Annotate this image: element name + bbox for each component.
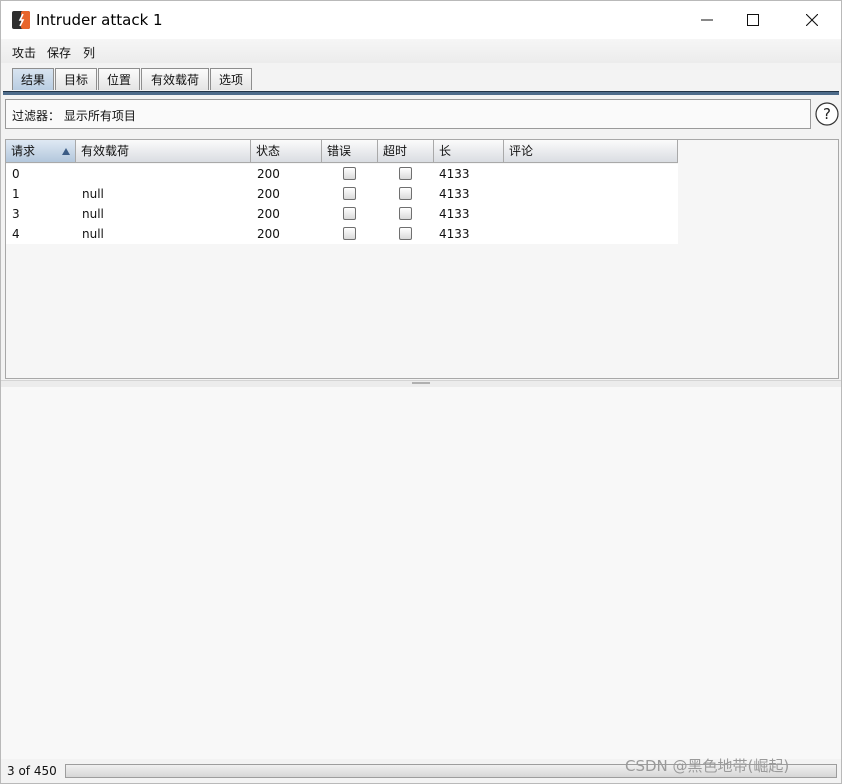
results-table: 请求 有效载荷 状态 错误 超时 长 评论 0 200 4133 1 null — [5, 139, 839, 379]
splitter-grip-icon[interactable] — [412, 382, 430, 384]
cell-error-checkbox — [343, 187, 356, 200]
column-header-label: 状态 — [256, 144, 281, 158]
cell-error-checkbox — [343, 167, 356, 180]
intruder-window: Intruder attack 1 攻击 保存 列 结果 目标 位置 有效载荷 … — [0, 0, 842, 784]
maximize-icon — [747, 14, 759, 26]
column-header-label: 请求 — [11, 144, 36, 158]
burp-app-icon — [12, 11, 30, 29]
title-bar: Intruder attack 1 — [1, 1, 841, 39]
close-icon — [806, 14, 818, 26]
column-header-length[interactable]: 长 — [434, 140, 504, 163]
menu-save[interactable]: 保存 — [47, 44, 71, 61]
cell-length: 4133 — [439, 207, 470, 221]
column-header-status[interactable]: 状态 — [251, 140, 322, 163]
column-header-comment[interactable]: 评论 — [504, 140, 678, 163]
table-row[interactable]: 4 null 200 4133 — [6, 224, 678, 244]
menu-columns[interactable]: 列 — [83, 44, 95, 61]
cell-timeout-checkbox — [399, 207, 412, 220]
tab-results[interactable]: 结果 — [12, 68, 54, 90]
tab-strip: 结果 目标 位置 有效载荷 选项 — [1, 63, 841, 97]
column-header-label: 错误 — [327, 144, 352, 158]
cell-status: 200 — [257, 207, 280, 221]
table-row[interactable]: 3 null 200 4133 — [6, 204, 678, 224]
cell-status: 200 — [257, 227, 280, 241]
column-header-label: 超时 — [383, 144, 408, 158]
cell-request: 3 — [12, 207, 20, 221]
window-title: Intruder attack 1 — [36, 11, 163, 29]
table-row[interactable]: 1 null 200 4133 — [6, 184, 678, 204]
detail-pane — [1, 387, 841, 759]
column-header-label: 评论 — [509, 144, 534, 158]
cell-length: 4133 — [439, 187, 470, 201]
table-header: 请求 有效载荷 状态 错误 超时 长 评论 — [6, 140, 678, 164]
tab-positions[interactable]: 位置 — [98, 68, 140, 90]
cell-status: 200 — [257, 167, 280, 181]
sort-ascending-icon — [62, 148, 70, 155]
svg-text:?: ? — [823, 105, 831, 123]
column-header-label: 有效载荷 — [81, 144, 130, 158]
cell-length: 4133 — [439, 227, 470, 241]
tab-payloads[interactable]: 有效载荷 — [141, 68, 209, 90]
cell-request: 0 — [12, 167, 20, 181]
minimize-button[interactable] — [684, 1, 730, 39]
column-header-timeout[interactable]: 超时 — [378, 140, 434, 163]
menu-attack[interactable]: 攻击 — [12, 44, 36, 61]
menu-bar: 攻击 保存 列 — [1, 39, 841, 63]
help-icon[interactable]: ? — [815, 102, 839, 126]
cell-request: 1 — [12, 187, 20, 201]
close-button[interactable] — [789, 1, 835, 39]
column-header-request[interactable]: 请求 — [6, 140, 76, 163]
cell-payload: null — [82, 227, 104, 241]
watermark: CSDN @黑色地带(崛起) — [625, 757, 790, 775]
tab-options[interactable]: 选项 — [210, 68, 252, 90]
cell-payload: null — [82, 207, 104, 221]
column-header-error[interactable]: 错误 — [322, 140, 378, 163]
cell-length: 4133 — [439, 167, 470, 181]
filter-bar[interactable]: 过滤器： 显示所有项目 — [5, 99, 811, 129]
tab-divider — [3, 91, 839, 95]
cell-error-checkbox — [343, 227, 356, 240]
cell-timeout-checkbox — [399, 167, 412, 180]
cell-timeout-checkbox — [399, 227, 412, 240]
cell-timeout-checkbox — [399, 187, 412, 200]
cell-error-checkbox — [343, 207, 356, 220]
column-header-label: 长 — [439, 144, 452, 158]
minimize-icon — [701, 19, 713, 21]
cell-payload: null — [82, 187, 104, 201]
filter-label: 过滤器： 显示所有项目 — [12, 109, 136, 123]
table-row[interactable]: 0 200 4133 — [6, 164, 678, 184]
progress-count: 3 of 450 — [7, 764, 57, 778]
cell-request: 4 — [12, 227, 20, 241]
maximize-button[interactable] — [730, 1, 776, 39]
tab-target[interactable]: 目标 — [55, 68, 97, 90]
column-header-payload[interactable]: 有效载荷 — [76, 140, 251, 163]
cell-status: 200 — [257, 187, 280, 201]
